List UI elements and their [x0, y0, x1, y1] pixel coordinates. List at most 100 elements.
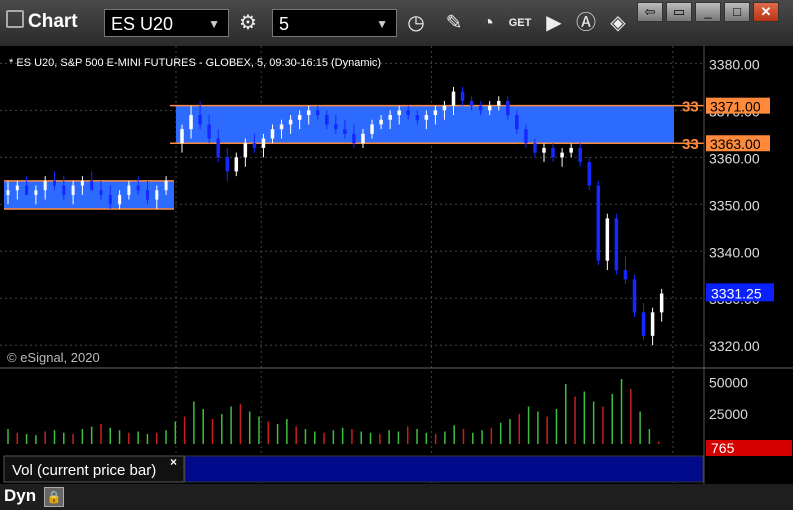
window-title: Chart	[6, 10, 78, 33]
symbol-value: ES U20	[111, 14, 174, 34]
bottom-bar: Dyn 🔒	[0, 484, 793, 510]
candle-body	[533, 143, 537, 153]
price-tick-label: 3350.00	[709, 197, 760, 213]
candle-body	[80, 180, 84, 186]
candle-body	[659, 293, 664, 313]
current-volume-label: 765	[711, 440, 735, 456]
restore-icon[interactable]: ▭	[666, 2, 692, 22]
vol-status-bar	[184, 455, 704, 483]
lock-icon[interactable]: 🔒	[44, 487, 64, 507]
back-icon[interactable]: ⇦	[637, 2, 663, 22]
candle-body	[164, 180, 168, 191]
candle-body	[632, 279, 637, 313]
window-title-text: Chart	[28, 11, 78, 32]
candle-body	[207, 124, 211, 139]
pencil-icon[interactable]: ✎	[440, 10, 468, 36]
candle-body	[127, 185, 131, 195]
candle-body	[6, 190, 10, 195]
candle-body	[361, 133, 365, 144]
price-tick-label: 3380.00	[709, 56, 760, 72]
symbol-combo[interactable]: ES U20 ▼	[104, 9, 229, 37]
candle-body	[25, 185, 29, 195]
price-chart[interactable]: 3380.003370.003360.003350.003340.003330.…	[0, 46, 793, 484]
minimize-icon[interactable]: _	[695, 2, 721, 22]
line-study-icon[interactable]: ◔	[474, 10, 502, 36]
candle-body	[189, 115, 193, 130]
volume-tick-label: 25000	[709, 406, 748, 422]
settings-gear-icon[interactable]: ⚙	[234, 10, 262, 36]
candle-body	[306, 110, 311, 116]
candle-body	[641, 312, 646, 336]
candle-body	[34, 190, 38, 195]
candle-body	[506, 100, 510, 116]
interval-dropdown-icon[interactable]: ▼	[376, 10, 388, 38]
play-icon[interactable]: ▶	[540, 10, 568, 36]
candle-body	[118, 194, 122, 205]
current-price-label: 3331.25	[711, 285, 762, 301]
candle-body	[388, 115, 392, 120]
interval-value: 5	[279, 14, 290, 34]
candle-body	[261, 138, 266, 148]
candle-body	[542, 147, 546, 153]
candle-body	[560, 152, 564, 158]
level-side-label: 33	[682, 99, 699, 116]
candle-body	[71, 185, 75, 195]
candle-body	[146, 190, 149, 200]
candle-body	[605, 218, 610, 261]
candle-body	[234, 157, 239, 172]
interval-combo[interactable]: 5 ▼	[272, 9, 397, 37]
candle-body	[180, 129, 184, 144]
candle-body	[43, 180, 47, 191]
copyright-text: © eSignal, 2020	[7, 350, 100, 365]
candle-body	[442, 105, 447, 111]
candle-body	[596, 185, 601, 261]
candle-body	[370, 124, 374, 134]
auto-icon[interactable]: Ⓐ	[572, 10, 600, 36]
level-tag-label: 3363.00	[710, 136, 761, 152]
candle-body	[225, 157, 229, 172]
candle-body	[379, 119, 383, 125]
candle-body	[424, 115, 429, 120]
candle-body	[397, 110, 401, 116]
candle-body	[15, 185, 19, 191]
candle-body	[62, 185, 66, 195]
candle-body	[524, 129, 528, 144]
symbol-dropdown-icon[interactable]: ▼	[208, 10, 220, 38]
candle-body	[460, 91, 465, 101]
volume-tick-label: 50000	[709, 375, 748, 391]
maximize-icon[interactable]: □	[724, 2, 750, 22]
candle-body	[90, 180, 94, 191]
candle-body	[406, 110, 410, 116]
candle-body	[136, 185, 140, 191]
get-icon[interactable]: GET	[506, 10, 534, 36]
candle-body	[270, 129, 275, 139]
chart-window-icon	[6, 10, 24, 28]
chart-header: * ES U20, S&P 500 E-MINI FUTURES - GLOBE…	[9, 57, 381, 69]
candle-body	[343, 129, 347, 134]
candle-body	[487, 105, 492, 111]
candle-body	[623, 270, 628, 280]
vol-close-icon[interactable]: ×	[170, 455, 177, 469]
magnet-icon[interactable]: ◈	[604, 10, 632, 36]
candle-body	[279, 124, 284, 130]
candle-body	[587, 162, 591, 186]
candle-body	[515, 115, 519, 130]
candle-body	[155, 190, 159, 200]
candle-body	[578, 147, 582, 163]
level-tag-label: 3371.00	[710, 99, 761, 115]
level-side-label: 33	[682, 136, 699, 153]
candle-body	[216, 138, 220, 158]
close-icon[interactable]: ✕	[753, 2, 779, 22]
candle-body	[469, 100, 474, 106]
price-tick-label: 3340.00	[709, 244, 760, 260]
candle-body	[53, 180, 56, 186]
candle-body	[551, 147, 555, 158]
candle-body	[198, 115, 202, 125]
clock-icon[interactable]: ◷	[402, 10, 430, 36]
title-bar: Chart ES U20 ▼ ⚙ 5 ▼ ◷ ✎ ◔ GET ▶ Ⓐ ◈ ⇦ ▭ _…	[0, 0, 793, 47]
candle-body	[614, 218, 619, 271]
candle-body	[334, 124, 338, 130]
dynamic-mode[interactable]: Dyn	[4, 486, 36, 506]
price-tick-label: 3320.00	[709, 338, 760, 354]
candle-body	[478, 105, 483, 111]
